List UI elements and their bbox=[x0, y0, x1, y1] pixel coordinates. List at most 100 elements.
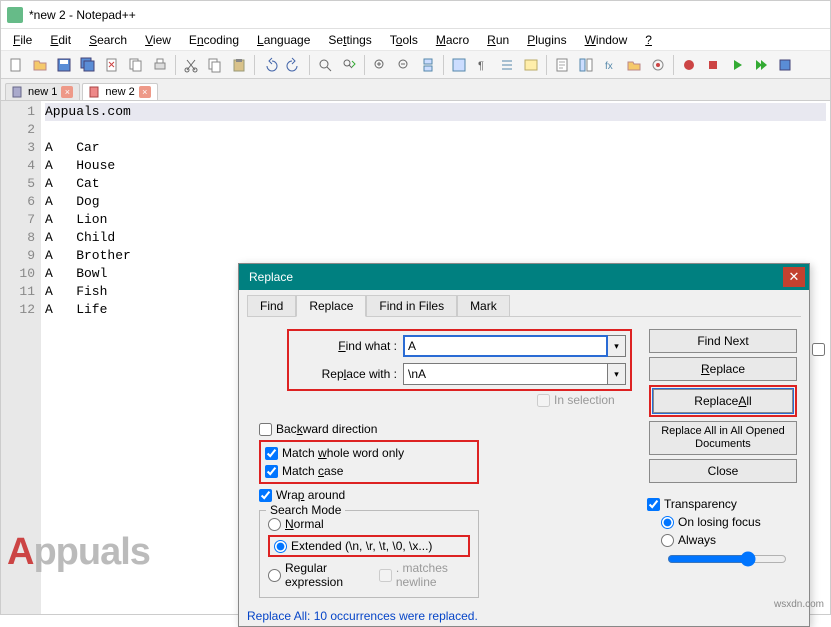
close-tab-icon[interactable]: × bbox=[61, 86, 73, 98]
wrap-checkbox[interactable] bbox=[259, 489, 272, 502]
search-mode-legend: Search Mode bbox=[266, 503, 345, 517]
replace-dialog: Replace ✕ Find Replace Find in Files Mar… bbox=[238, 263, 810, 627]
close-dialog-button[interactable]: ✕ bbox=[783, 267, 805, 287]
replace-all-opened-button[interactable]: Replace All in All Opened Documents bbox=[649, 421, 797, 455]
save-macro-icon[interactable] bbox=[774, 54, 796, 76]
menu-tools[interactable]: Tools bbox=[382, 31, 426, 49]
find-next-direction-checkbox[interactable] bbox=[812, 343, 825, 359]
close-all-icon[interactable] bbox=[125, 54, 147, 76]
file-modified-icon bbox=[89, 86, 101, 98]
regex-radio[interactable] bbox=[268, 569, 281, 582]
menu-view[interactable]: View bbox=[137, 31, 179, 49]
always-radio[interactable] bbox=[661, 534, 674, 547]
menu-encoding[interactable]: Encoding bbox=[181, 31, 247, 49]
play-icon[interactable] bbox=[726, 54, 748, 76]
menu-help[interactable]: ? bbox=[637, 31, 660, 49]
redo-icon[interactable] bbox=[283, 54, 305, 76]
menu-window[interactable]: Window bbox=[577, 31, 636, 49]
in-selection-row: In selection bbox=[537, 393, 615, 407]
cut-icon[interactable] bbox=[180, 54, 202, 76]
indent-icon[interactable] bbox=[496, 54, 518, 76]
close-button[interactable]: Close bbox=[649, 459, 797, 483]
doc-tab-2[interactable]: new 2 × bbox=[82, 83, 157, 100]
tab-find-in-files[interactable]: Find in Files bbox=[366, 295, 457, 317]
close-file-icon[interactable] bbox=[101, 54, 123, 76]
doc-map-icon[interactable] bbox=[551, 54, 573, 76]
in-selection-checkbox bbox=[537, 394, 550, 407]
normal-radio[interactable] bbox=[268, 518, 281, 531]
replace-button[interactable]: Replace bbox=[649, 357, 797, 381]
titlebar: *new 2 - Notepad++ bbox=[1, 1, 830, 29]
replace-with-label: Replace with : bbox=[293, 367, 403, 381]
dialog-tabs: Find Replace Find in Files Mark bbox=[239, 290, 809, 316]
match-case-checkbox[interactable] bbox=[265, 465, 278, 478]
close-tab-icon[interactable]: × bbox=[139, 86, 151, 98]
allchars-icon[interactable]: ¶ bbox=[472, 54, 494, 76]
tab-replace[interactable]: Replace bbox=[296, 295, 366, 317]
menu-run[interactable]: Run bbox=[479, 31, 517, 49]
menu-macro[interactable]: Macro bbox=[428, 31, 477, 49]
dialog-body: Find what : ▾ Replace with : ▾ In select… bbox=[247, 316, 801, 606]
dialog-buttons: Find Next Replace Replace All Replace Al… bbox=[649, 329, 797, 483]
backward-checkbox[interactable] bbox=[259, 423, 272, 436]
copy-icon[interactable] bbox=[204, 54, 226, 76]
separator bbox=[443, 55, 444, 75]
find-icon[interactable] bbox=[314, 54, 336, 76]
extended-radio[interactable] bbox=[274, 540, 287, 553]
function-list-icon[interactable]: fx bbox=[599, 54, 621, 76]
doc-list-icon[interactable] bbox=[575, 54, 597, 76]
replace-with-input[interactable] bbox=[403, 363, 608, 385]
menu-plugins[interactable]: Plugins bbox=[519, 31, 574, 49]
menu-settings[interactable]: Settings bbox=[320, 31, 379, 49]
open-file-icon[interactable] bbox=[29, 54, 51, 76]
search-mode-fieldset: Search Mode Normal Extended (\n, \r, \t,… bbox=[259, 510, 479, 598]
monitoring-icon[interactable] bbox=[647, 54, 669, 76]
new-file-icon[interactable] bbox=[5, 54, 27, 76]
separator bbox=[309, 55, 310, 75]
replace-all-button[interactable]: Replace All bbox=[653, 389, 793, 413]
tab-find[interactable]: Find bbox=[247, 295, 296, 317]
find-history-dropdown[interactable]: ▾ bbox=[608, 335, 626, 357]
stop-icon[interactable] bbox=[702, 54, 724, 76]
sync-v-icon[interactable] bbox=[417, 54, 439, 76]
menu-language[interactable]: Language bbox=[249, 31, 318, 49]
transparency-group: Transparency On losing focus Always bbox=[647, 497, 797, 570]
whole-word-checkbox[interactable] bbox=[265, 447, 278, 460]
separator bbox=[254, 55, 255, 75]
replace-history-dropdown[interactable]: ▾ bbox=[608, 363, 626, 385]
menu-search[interactable]: Search bbox=[81, 31, 135, 49]
save-all-icon[interactable] bbox=[77, 54, 99, 76]
play-multi-icon[interactable] bbox=[750, 54, 772, 76]
wrap-label: Wrap around bbox=[276, 488, 345, 502]
find-what-label: Find what : bbox=[293, 339, 403, 353]
transparency-checkbox[interactable] bbox=[647, 498, 660, 511]
doc-tab-label: new 1 bbox=[28, 86, 57, 98]
print-icon[interactable] bbox=[149, 54, 171, 76]
wordwrap-icon[interactable] bbox=[448, 54, 470, 76]
replace-icon[interactable] bbox=[338, 54, 360, 76]
menu-edit[interactable]: Edit bbox=[42, 31, 79, 49]
extended-label: Extended (\n, \r, \t, \0, \x...) bbox=[291, 539, 432, 553]
folder-workspace-icon[interactable] bbox=[623, 54, 645, 76]
search-fields-group: Find what : ▾ Replace with : ▾ bbox=[287, 329, 632, 391]
zoom-in-icon[interactable] bbox=[369, 54, 391, 76]
on-losing-focus-radio[interactable] bbox=[661, 516, 674, 529]
dialog-title: Replace bbox=[249, 270, 293, 284]
lang-icon[interactable] bbox=[520, 54, 542, 76]
record-icon[interactable] bbox=[678, 54, 700, 76]
save-icon[interactable] bbox=[53, 54, 75, 76]
dot-newline-checkbox bbox=[379, 569, 392, 582]
dialog-titlebar[interactable]: Replace ✕ bbox=[239, 264, 809, 290]
find-what-input[interactable] bbox=[403, 335, 608, 357]
find-next-button[interactable]: Find Next bbox=[649, 329, 797, 353]
normal-label: Normal bbox=[285, 517, 324, 531]
transparency-slider[interactable] bbox=[667, 551, 787, 567]
doc-tab-1[interactable]: new 1 × bbox=[5, 83, 80, 100]
undo-icon[interactable] bbox=[259, 54, 281, 76]
tab-mark[interactable]: Mark bbox=[457, 295, 510, 317]
transparency-label: Transparency bbox=[664, 497, 737, 511]
menu-file[interactable]: File bbox=[5, 31, 40, 49]
paste-icon[interactable] bbox=[228, 54, 250, 76]
on-losing-focus-label: On losing focus bbox=[678, 515, 761, 529]
zoom-out-icon[interactable] bbox=[393, 54, 415, 76]
